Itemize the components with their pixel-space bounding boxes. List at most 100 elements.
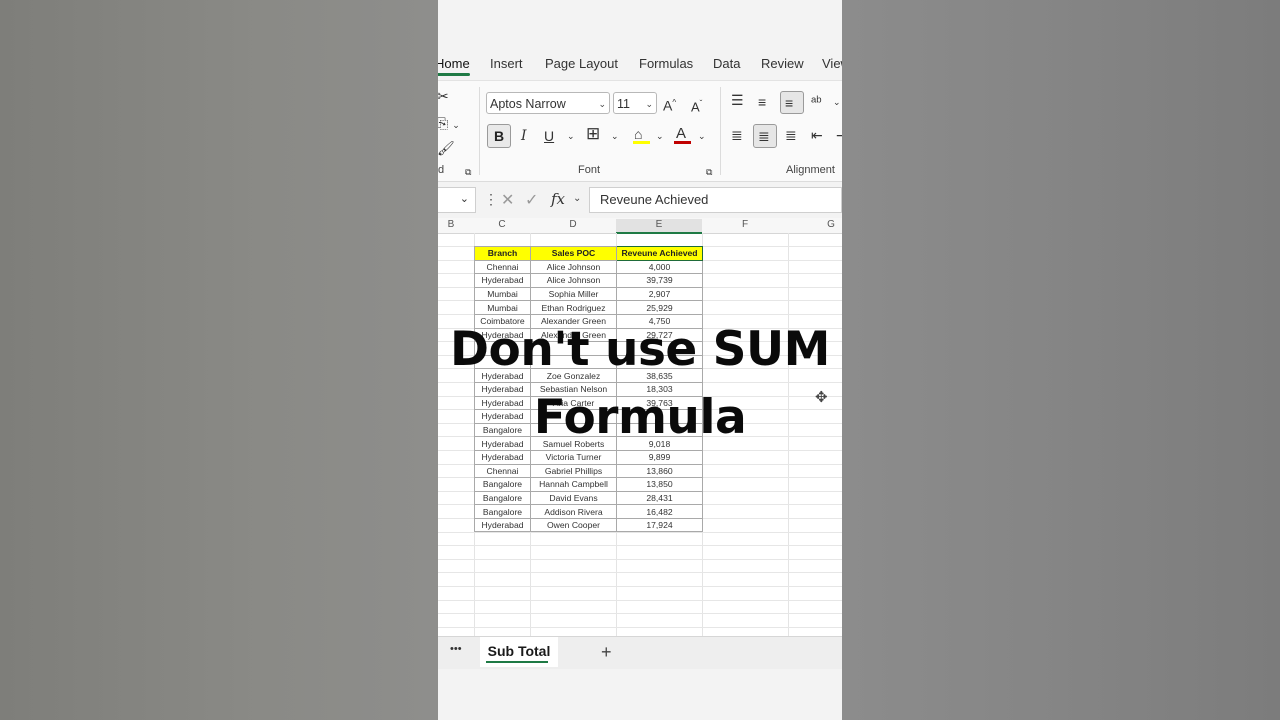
- font-name-value: Aptos Narrow: [490, 97, 566, 111]
- column-header-g[interactable]: G: [788, 219, 842, 230]
- table-cell[interactable]: Sophia Miller: [530, 286, 617, 302]
- chevron-down-icon[interactable]: ⌄: [833, 93, 841, 111]
- cut-icon[interactable]: ✂: [438, 87, 449, 105]
- align-right-icon[interactable]: ≣: [785, 126, 797, 144]
- align-center-button[interactable]: ≣: [753, 124, 777, 148]
- fill-color-bar: [633, 141, 650, 144]
- table-cell[interactable]: 13,860: [616, 463, 703, 479]
- table-cell[interactable]: 16,482: [616, 504, 703, 519]
- decrease-indent-icon[interactable]: ⇤: [811, 126, 823, 144]
- column-header-c[interactable]: C: [474, 219, 530, 230]
- table-cell[interactable]: Mumbai: [474, 300, 531, 315]
- column-header-e[interactable]: E: [616, 219, 702, 234]
- chevron-down-icon[interactable]: ⌄: [698, 127, 706, 145]
- chevron-down-icon[interactable]: ⌄: [573, 193, 581, 204]
- table-row: Chennai Gabriel Phillips 13,860: [474, 463, 703, 479]
- borders-icon[interactable]: ⊞: [586, 125, 600, 143]
- table-cell[interactable]: Chennai: [474, 463, 531, 479]
- caption-line-2: Formula: [533, 390, 747, 445]
- table-cell[interactable]: Alice Johnson: [530, 259, 617, 275]
- bold-button[interactable]: B: [487, 124, 511, 148]
- table-cell[interactable]: 2,907: [616, 286, 703, 302]
- table-row: Hyderabad Alice Johnson 39,739: [474, 273, 703, 288]
- table-cell[interactable]: Hyderabad: [474, 449, 531, 465]
- formula-input[interactable]: Reveune Achieved: [589, 187, 842, 213]
- table-cell[interactable]: Hyderabad: [474, 273, 531, 288]
- add-sheet-button[interactable]: +: [601, 642, 612, 663]
- table-cell[interactable]: 9,899: [616, 449, 703, 465]
- tab-insert[interactable]: Insert: [490, 56, 523, 71]
- chevron-down-icon: ⌄: [598, 99, 606, 109]
- table-cell[interactable]: Victoria Turner: [530, 449, 617, 465]
- table-cell[interactable]: Hyderabad: [474, 517, 531, 533]
- column-header-d[interactable]: D: [530, 219, 616, 230]
- align-top-icon[interactable]: ☰: [731, 91, 744, 109]
- tab-page-layout[interactable]: Page Layout: [545, 56, 618, 71]
- tab-formulas[interactable]: Formulas: [639, 56, 693, 71]
- underline-button[interactable]: U: [544, 127, 554, 145]
- table-cell[interactable]: Mumbai: [474, 286, 531, 302]
- table-header-row: Branch Sales POC Reveune Achieved: [474, 246, 703, 261]
- tab-home[interactable]: Home: [438, 56, 470, 76]
- table-cell[interactable]: Chennai: [474, 259, 531, 275]
- more-sheets-button[interactable]: •••: [450, 643, 462, 655]
- copy-icon[interactable]: ⎘ ⌄: [438, 114, 460, 134]
- font-color-bar: [674, 141, 691, 144]
- more-options-icon[interactable]: ⋮: [484, 191, 498, 208]
- table-cell[interactable]: 25,929: [616, 300, 703, 315]
- font-launcher-icon[interactable]: ⧉: [706, 163, 712, 181]
- format-painter-icon[interactable]: 🖌: [438, 139, 455, 157]
- chevron-down-icon[interactable]: ⌄: [611, 127, 619, 145]
- table-header-cell[interactable]: Reveune Achieved: [616, 246, 703, 261]
- tab-view[interactable]: View: [822, 56, 842, 71]
- table-header-cell[interactable]: Sales POC: [530, 246, 617, 261]
- background-right: [842, 0, 1280, 720]
- italic-button[interactable]: I: [521, 127, 527, 145]
- ribbon: ✂ ⎘ ⌄ 🖌 d ⧉ Aptos Narrow ⌄ 11 ⌄ A^ Aˇ B I…: [438, 80, 842, 182]
- table-cell[interactable]: Alice Johnson: [530, 273, 617, 288]
- table-cell[interactable]: Owen Cooper: [530, 517, 617, 533]
- table-cell[interactable]: Bangalore: [474, 477, 531, 492]
- font-size-dropdown[interactable]: 11 ⌄: [613, 92, 657, 114]
- increase-indent-icon[interactable]: ⇥: [836, 126, 842, 144]
- enter-icon[interactable]: ✓: [525, 190, 538, 210]
- gridline-horizontal: [438, 626, 842, 628]
- name-box[interactable]: ⌄: [438, 187, 476, 213]
- column-header-f[interactable]: F: [702, 219, 788, 230]
- chevron-down-icon[interactable]: ⌄: [567, 127, 575, 145]
- align-bottom-button[interactable]: ≡: [780, 91, 804, 114]
- cancel-icon[interactable]: ✕: [501, 190, 514, 210]
- table-cell[interactable]: Bangalore: [474, 504, 531, 519]
- align-bottom-icon: ≡: [785, 95, 794, 111]
- orientation-icon[interactable]: ᵃᵇ: [811, 92, 822, 110]
- column-header-b[interactable]: B: [438, 219, 464, 230]
- table-cell[interactable]: 13,850: [616, 477, 703, 492]
- caption-line-1: Don't use SUM: [450, 322, 830, 377]
- gridline-horizontal: [438, 572, 842, 574]
- align-left-icon[interactable]: ≣: [731, 126, 743, 144]
- tab-data[interactable]: Data: [713, 56, 740, 71]
- table-header-cell[interactable]: Branch: [474, 246, 531, 261]
- insert-function-icon[interactable]: fx: [551, 190, 565, 208]
- increase-font-size-icon[interactable]: A^: [663, 94, 676, 115]
- table-cell[interactable]: 39,739: [616, 273, 703, 288]
- table-cell[interactable]: Addison Rivera: [530, 504, 617, 519]
- table-cell[interactable]: 4,000: [616, 259, 703, 275]
- table-row: Mumbai Sophia Miller 2,907: [474, 286, 703, 302]
- sheet-tab-sub-total[interactable]: Sub Total: [480, 637, 558, 667]
- decrease-font-size-icon[interactable]: Aˇ: [691, 95, 702, 116]
- chevron-down-icon[interactable]: ⌄: [656, 127, 664, 145]
- table-cell[interactable]: Bangalore: [474, 490, 531, 506]
- font-group-label: Font: [578, 164, 601, 176]
- table-cell[interactable]: 17,924: [616, 517, 703, 533]
- table-cell[interactable]: Gabriel Phillips: [530, 463, 617, 479]
- table-cell[interactable]: Hannah Campbell: [530, 477, 617, 492]
- font-name-dropdown[interactable]: Aptos Narrow ⌄: [486, 92, 610, 114]
- table-cell[interactable]: David Evans: [530, 490, 617, 506]
- table-cell[interactable]: Ethan Rodriguez: [530, 300, 617, 315]
- tab-review[interactable]: Review: [761, 56, 804, 71]
- clipboard-launcher-icon[interactable]: ⧉: [465, 163, 471, 181]
- table-cell[interactable]: 28,431: [616, 490, 703, 506]
- clipboard-group-label: d: [438, 164, 445, 176]
- align-middle-icon[interactable]: ≡: [758, 93, 766, 111]
